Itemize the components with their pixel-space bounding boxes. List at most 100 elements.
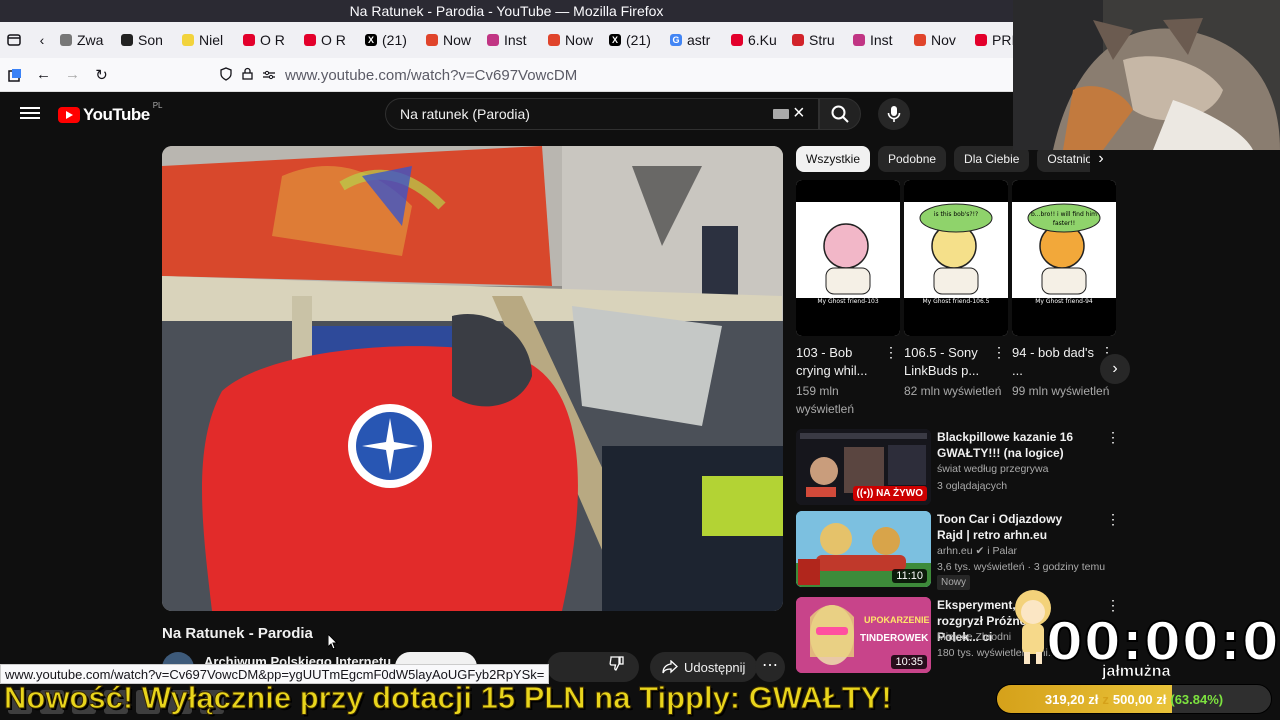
- tracking-protection-icon[interactable]: [220, 66, 232, 84]
- short-speech-bubble: is this bob's?!?: [933, 211, 979, 218]
- lock-icon[interactable]: [242, 67, 253, 83]
- browser-tab[interactable]: O R: [239, 26, 300, 54]
- filter-chip[interactable]: Wszystkie: [796, 146, 870, 172]
- clear-search-icon[interactable]: ×: [793, 103, 805, 123]
- short-caption: My Ghost friend-103: [817, 298, 879, 305]
- live-badge-label: NA ŻYWO: [876, 488, 923, 499]
- recommendation-menu-icon[interactable]: ⋮: [1106, 511, 1120, 528]
- recommendation-title[interactable]: Toon Car i Odjazdowy Rajd | retro arhn.e…: [937, 511, 1077, 543]
- browser-tab[interactable]: Stru: [788, 26, 849, 54]
- recommendation-meta: 3 oglądających: [937, 480, 1008, 492]
- short-card[interactable]: My Ghost friend-103 103 - Bob crying whil…: [796, 180, 900, 418]
- goal-percent: (63.84%): [1170, 691, 1224, 707]
- short-thumbnail[interactable]: My Ghost friend-103: [796, 180, 900, 336]
- short-title[interactable]: 94 - bob dad's ...: [1012, 344, 1098, 380]
- country-code: PL: [152, 101, 163, 110]
- firefox-view-icon[interactable]: [0, 22, 28, 58]
- youtube-logo[interactable]: YouTube PL: [58, 101, 163, 125]
- keyboard-icon[interactable]: [773, 109, 789, 119]
- tab-label: Now: [443, 32, 472, 48]
- search-query[interactable]: Na ratunek (Parodia): [400, 106, 530, 122]
- youtube-logo-text: YouTube: [83, 105, 150, 124]
- short-card[interactable]: is this bob's?!? My Ghost friend-106.5 106…: [904, 180, 1008, 400]
- short-menu-icon[interactable]: ⋮: [884, 344, 898, 361]
- microphone-icon: [887, 106, 901, 122]
- live-icon: ((•)): [856, 488, 877, 499]
- short-menu-icon[interactable]: ⋮: [992, 344, 1006, 361]
- shelf-next-icon[interactable]: ›: [1100, 354, 1130, 384]
- browser-tab[interactable]: Inst: [483, 26, 544, 54]
- tab-favicon-icon: [975, 34, 987, 46]
- window-title: Na Ratunek - Parodia - YouTube — Mozilla…: [0, 0, 1013, 22]
- tab-label: Zwa: [77, 32, 104, 48]
- sidebar-toggle-icon[interactable]: [0, 58, 29, 92]
- tab-label: astr: [687, 32, 711, 48]
- search-button[interactable]: [819, 98, 861, 130]
- browser-tab[interactable]: Now: [422, 26, 483, 54]
- recommendation-channel[interactable]: świat według przegrywa: [937, 463, 1048, 475]
- recommendation-title[interactable]: Blackpillowe kazanie 16 GWAŁTY!!! (na lo…: [937, 429, 1077, 461]
- tab-scroll-left-icon[interactable]: ‹: [28, 22, 56, 58]
- url-text[interactable]: www.youtube.com/watch?v=Cv697VowcDM: [285, 67, 577, 84]
- video-frame: [162, 146, 783, 611]
- voice-search-button[interactable]: [878, 98, 910, 130]
- permissions-icon[interactable]: [263, 68, 275, 83]
- short-speech-bubble: b...bro!! i will find him faster!!: [1030, 211, 1098, 227]
- youtube-play-icon: [58, 107, 80, 123]
- browser-tab[interactable]: Inst: [849, 26, 910, 54]
- browser-tab[interactable]: Nov: [910, 26, 971, 54]
- forward-icon[interactable]: →: [58, 58, 87, 92]
- short-views: 99 mln wyświetleń: [1012, 384, 1110, 398]
- tab-label: Inst: [504, 32, 527, 48]
- back-icon[interactable]: ←: [29, 58, 58, 92]
- masthead: YouTube PL Na ratunek (Parodia) ×: [0, 92, 1013, 136]
- hamburger-menu-icon[interactable]: [20, 104, 40, 124]
- url-bar[interactable]: www.youtube.com/watch?v=Cv697VowcDM: [214, 62, 1009, 88]
- recommendation-item[interactable]: ((•)) NA ŻYWO Blackpillowe kazanie 16 GW…: [796, 429, 1120, 507]
- new-badge: Nowy: [937, 575, 971, 590]
- recommendation-channel[interactable]: arhn.eu ✔ i Palar: [937, 545, 1017, 557]
- video-duration: 11:10: [892, 569, 927, 583]
- tab-favicon-icon: [60, 34, 72, 46]
- browser-tab[interactable]: Now: [544, 26, 605, 54]
- browser-tab[interactable]: PRI: [971, 26, 1013, 54]
- browser-tab[interactable]: Son: [117, 26, 178, 54]
- recommendation-thumbnail[interactable]: ((•)) NA ŻYWO: [796, 429, 931, 505]
- donation-goal-text: 319,20 zł z 500,00 zł (63.84%): [997, 685, 1271, 713]
- browser-tab[interactable]: Zwa: [56, 26, 117, 54]
- tab-favicon-icon: [304, 34, 316, 46]
- recommendation-menu-icon[interactable]: ⋮: [1106, 429, 1120, 446]
- browser-tab[interactable]: Gastr: [666, 26, 727, 54]
- tab-label: 6.Ku: [748, 32, 777, 48]
- dislike-icon[interactable]: [609, 655, 625, 676]
- browser-tab[interactable]: X (21): [605, 26, 666, 54]
- video-player[interactable]: [162, 146, 783, 611]
- recommendation-channel[interactable]: Miejsce Zbrodni: [937, 631, 1011, 643]
- short-title[interactable]: 103 - Bob crying whil...: [796, 344, 882, 380]
- short-caption: My Ghost friend-94: [1035, 298, 1093, 305]
- browser-tab[interactable]: X (21): [361, 26, 422, 54]
- short-thumbnail[interactable]: is this bob's?!? My Ghost friend-106.5: [904, 180, 1008, 336]
- tab-label: Now: [565, 32, 594, 48]
- tab-list: Zwa Son Niel O R O R X (21) Now Inst Now X (21) Gast…: [56, 26, 1013, 54]
- tab-label: Niel: [199, 32, 224, 48]
- tab-favicon-icon: G: [670, 34, 682, 46]
- tab-favicon-icon: [853, 34, 865, 46]
- thumbnail-text-2: TINDEROWEK: [860, 633, 929, 644]
- recommendation-item[interactable]: 11:10 Toon Car i Odjazdowy Rajd | retro …: [796, 511, 1120, 590]
- tab-favicon-icon: [487, 34, 499, 46]
- donation-banner: Nowość! Wyłącznie przy dotacji 15 PLN na…: [4, 680, 893, 716]
- browser-tab[interactable]: Niel: [178, 26, 239, 54]
- short-title[interactable]: 106.5 - Sony LinkBuds p...: [904, 344, 990, 380]
- reload-icon[interactable]: ↻: [87, 58, 116, 92]
- tab-favicon-icon: X: [609, 34, 621, 46]
- search-input[interactable]: Na ratunek (Parodia): [385, 98, 819, 130]
- mouse-cursor: [328, 634, 338, 650]
- browser-tab[interactable]: O R: [300, 26, 361, 54]
- tab-favicon-icon: [426, 34, 438, 46]
- filter-chip[interactable]: Podobne: [878, 146, 947, 172]
- recommendation-thumbnail[interactable]: 11:10: [796, 511, 931, 587]
- recommendation-thumbnail[interactable]: UPOKARZENIE TINDEROWEK 10:35: [796, 597, 931, 673]
- short-thumbnail[interactable]: b...bro!! i will find him faster!! My Gho…: [1012, 180, 1116, 336]
- browser-tab[interactable]: 6.Ku: [727, 26, 788, 54]
